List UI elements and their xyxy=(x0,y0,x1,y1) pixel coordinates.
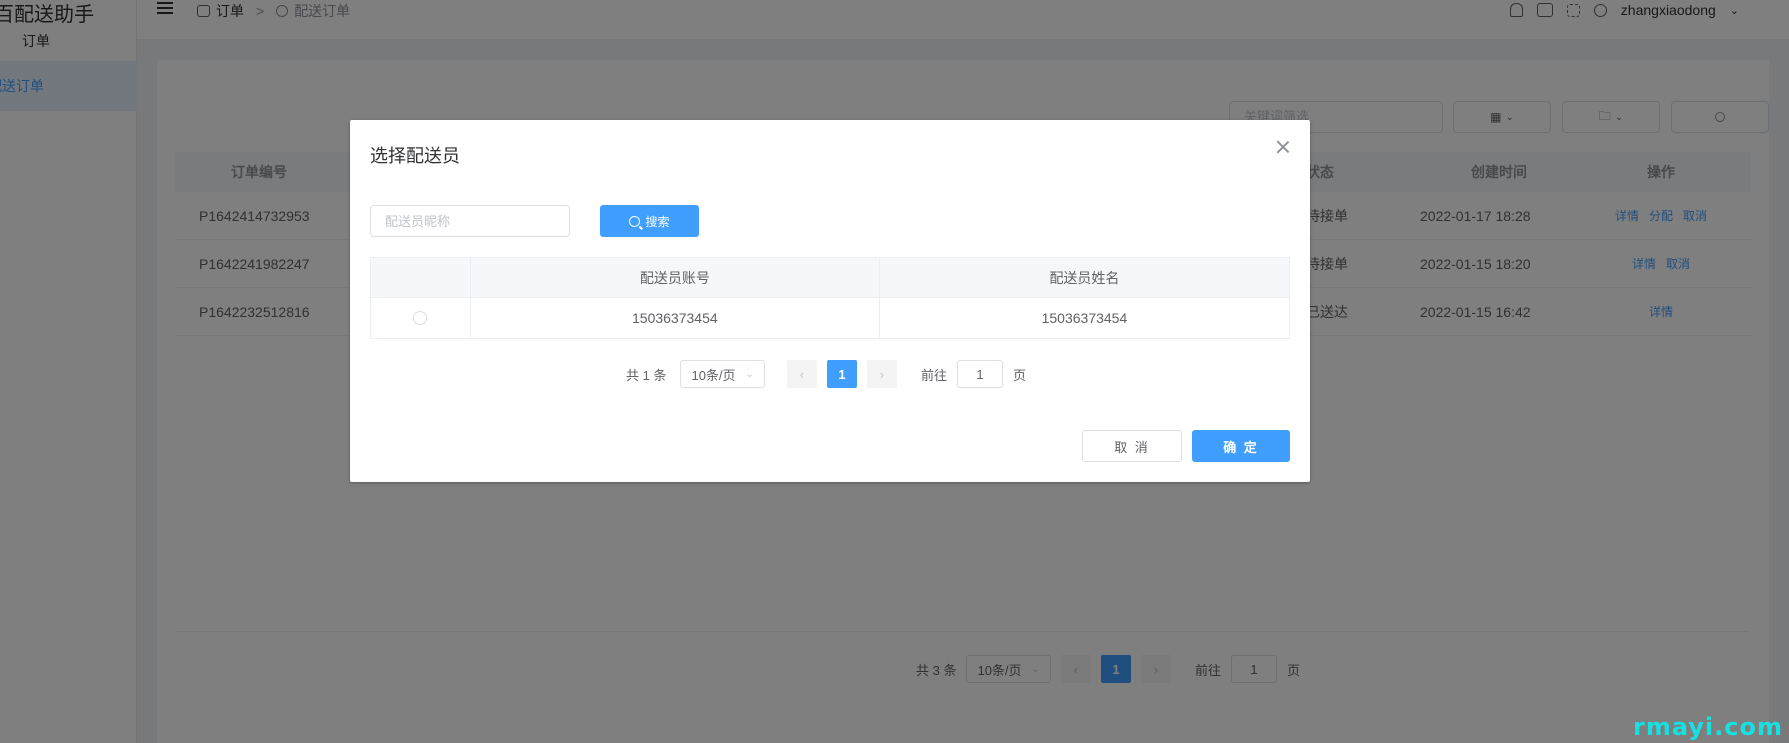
search-button-label: 搜索 xyxy=(645,214,670,229)
courier-account: 15036373454 xyxy=(471,298,880,338)
chevron-down-icon: ⌄ xyxy=(745,368,754,380)
goto-label: 前往 xyxy=(920,367,947,383)
next-page-button[interactable]: › xyxy=(866,360,897,388)
courier-radio[interactable] xyxy=(413,311,428,325)
table-row[interactable]: 15036373454 15036373454 xyxy=(371,298,1289,338)
prev-page-button[interactable]: ‹ xyxy=(786,360,817,388)
search-icon xyxy=(629,215,641,227)
column-header-account: 配送员账号 xyxy=(471,258,880,297)
courier-nickname-input[interactable] xyxy=(370,205,570,237)
courier-table: 配送员账号 配送员姓名 15036373454 15036373454 xyxy=(370,257,1290,339)
select-courier-dialog: 选择配送员 搜索 配送员账号 配送员姓名 15036373454 1503637… xyxy=(350,120,1310,482)
column-header-select xyxy=(371,258,471,297)
column-header-name: 配送员姓名 xyxy=(1049,269,1120,286)
goto-page-input[interactable]: 1 xyxy=(956,360,1003,388)
confirm-button[interactable]: 确 定 xyxy=(1192,430,1290,462)
close-icon[interactable] xyxy=(1276,140,1290,154)
dialog-pagination: 共 1 条 10条/页 ⌄ ‹ 1 › 前往 1 页 xyxy=(626,360,1026,388)
select-cell xyxy=(371,298,471,338)
cancel-button[interactable]: 取 消 xyxy=(1082,430,1182,462)
search-button[interactable]: 搜索 xyxy=(600,205,699,237)
page-size-value: 10条/页 xyxy=(691,367,736,383)
pagination-total: 共 1 条 xyxy=(626,367,667,383)
page-suffix: 页 xyxy=(1012,367,1026,383)
watermark-text: rmayi.com xyxy=(1632,713,1783,741)
courier-name: 15036373454 xyxy=(1041,310,1128,326)
page-number[interactable]: 1 xyxy=(826,360,857,388)
dialog-title: 选择配送员 xyxy=(370,146,460,166)
page-size-select[interactable]: 10条/页 ⌄ xyxy=(680,360,765,388)
table-header: 配送员账号 配送员姓名 xyxy=(371,258,1289,298)
